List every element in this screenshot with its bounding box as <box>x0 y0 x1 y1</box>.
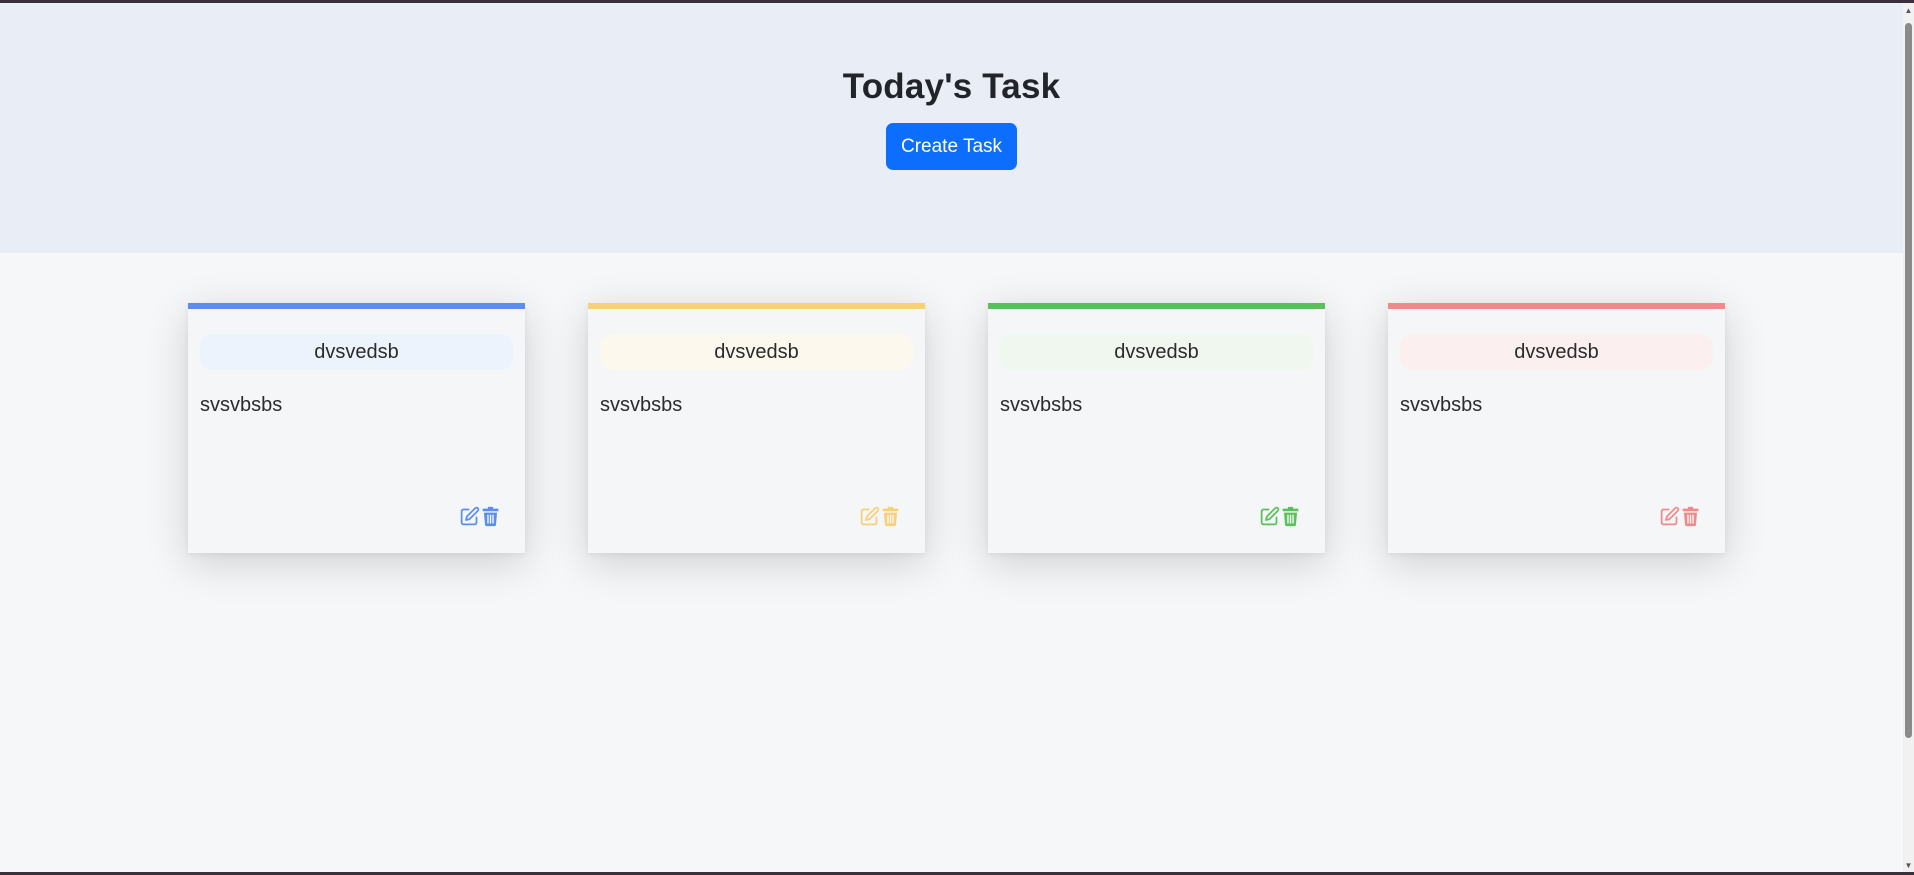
edit-icon[interactable] <box>859 506 880 527</box>
task-card: dvsvedsb svsvbsbs <box>988 303 1325 553</box>
task-title: dvsvedsb <box>200 334 513 370</box>
trash-icon[interactable] <box>1280 506 1301 527</box>
trash-icon[interactable] <box>880 506 901 527</box>
scrollbar-thumb[interactable] <box>1905 23 1912 738</box>
page-title: Today's Task <box>842 67 1061 106</box>
task-actions <box>459 506 501 527</box>
trash-icon[interactable] <box>1680 506 1701 527</box>
task-actions <box>1259 506 1301 527</box>
trash-icon[interactable] <box>480 506 501 527</box>
task-card: dvsvedsb svsvbsbs <box>588 303 925 553</box>
task-description: svsvbsbs <box>600 394 683 416</box>
edit-icon[interactable] <box>459 506 480 527</box>
page: Today's Task Create Task dvsvedsb svsvbs… <box>0 3 1903 872</box>
task-actions <box>859 506 901 527</box>
header-section: Today's Task Create Task <box>0 3 1903 253</box>
vertical-scrollbar[interactable]: ▲ ▼ <box>1903 3 1914 872</box>
task-title: dvsvedsb <box>600 334 913 370</box>
task-description: svsvbsbs <box>1000 394 1083 416</box>
task-card: dvsvedsb svsvbsbs <box>1388 303 1725 553</box>
edit-icon[interactable] <box>1659 506 1680 527</box>
task-card: dvsvedsb svsvbsbs <box>188 303 525 553</box>
task-description: svsvbsbs <box>200 394 283 416</box>
task-title: dvsvedsb <box>1000 334 1313 370</box>
scroll-down-icon[interactable]: ▼ <box>1903 858 1914 872</box>
task-actions <box>1659 506 1701 527</box>
edit-icon[interactable] <box>1259 506 1280 527</box>
scroll-up-icon[interactable]: ▲ <box>1903 3 1914 17</box>
task-title: dvsvedsb <box>1400 334 1713 370</box>
create-task-button[interactable]: Create Task <box>886 123 1017 170</box>
task-description: svsvbsbs <box>1400 394 1483 416</box>
